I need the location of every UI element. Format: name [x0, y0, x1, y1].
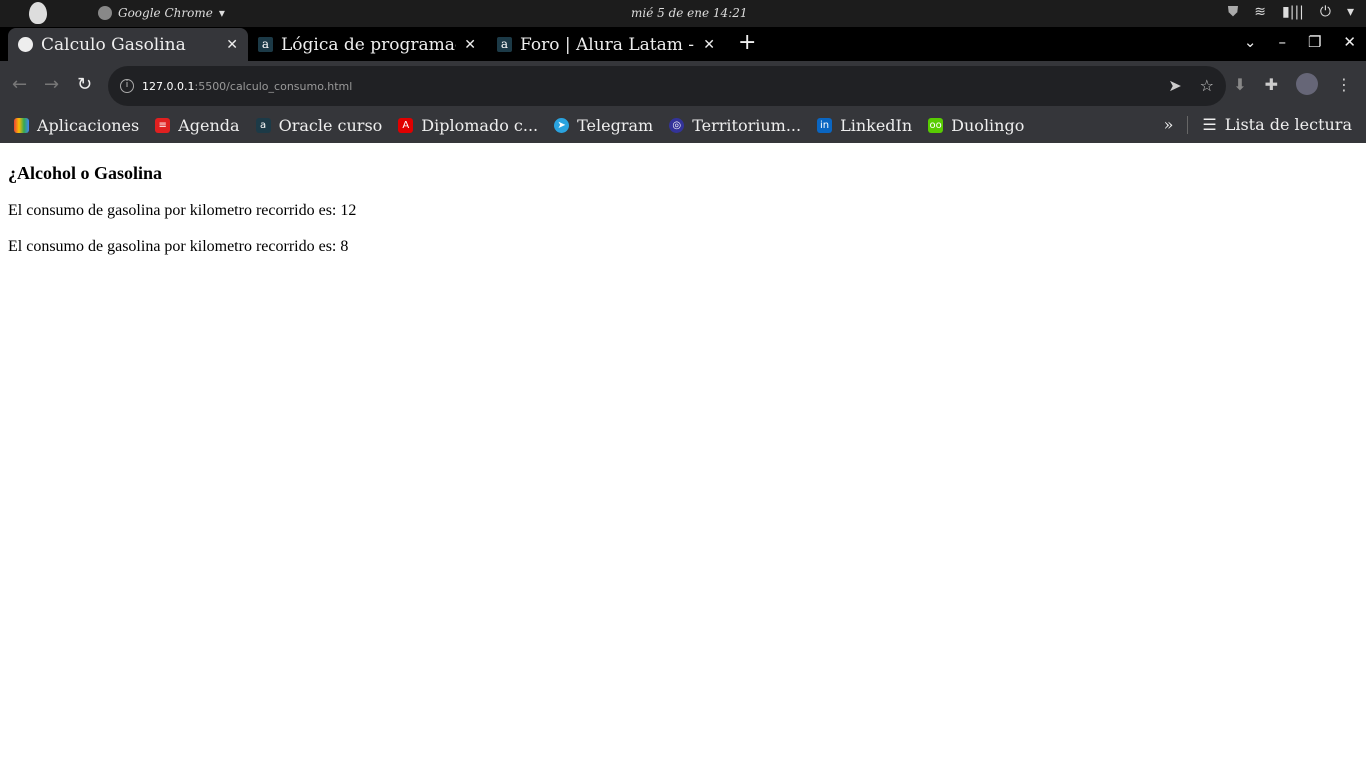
forward-icon[interactable]: → — [44, 74, 59, 95]
reading-list-icon: ☰ — [1202, 115, 1217, 134]
restore-icon[interactable]: ❐ — [1308, 33, 1321, 51]
minimize-icon[interactable]: – — [1278, 33, 1286, 51]
chrome-icon — [98, 6, 112, 20]
download-icon[interactable]: ⬇ — [1233, 75, 1246, 94]
bookmarks-bar: Aplicaciones ≡ Agenda a Oracle curso A Dipl… — [0, 107, 1366, 143]
apps-grid-icon — [14, 117, 29, 133]
menu-icon[interactable]: ⋮ — [1336, 75, 1352, 94]
close-tab-icon[interactable]: ✕ — [703, 37, 715, 53]
close-tab-icon[interactable]: ✕ — [464, 37, 476, 53]
tab-search-icon[interactable]: ⌄ — [1244, 33, 1257, 51]
puzzle-icon[interactable]: ✚ — [1265, 75, 1278, 94]
telegram-icon: ➤ — [554, 117, 570, 133]
star-icon[interactable]: ☆ — [1200, 76, 1214, 95]
bookmark-territorium[interactable]: ◎ Territorium... — [669, 116, 801, 135]
reload-icon[interactable]: ↻ — [77, 74, 92, 95]
divider — [1187, 115, 1189, 134]
angular-icon: A — [398, 117, 414, 133]
tab-calculo-gasolina[interactable]: Calculo Gasolina ✕ — [8, 28, 248, 61]
todoist-icon: ≡ — [155, 117, 171, 133]
app-menu[interactable]: Google Chrome ▾ — [98, 6, 225, 20]
globe-icon — [18, 37, 33, 52]
linkedin-icon: in — [817, 117, 833, 133]
power-icon[interactable]: ⏻ — [1320, 4, 1331, 20]
volume-icon[interactable]: ▮||| — [1282, 4, 1304, 20]
bookmark-diplomado[interactable]: A Diplomado c... — [398, 116, 538, 135]
result-line: El consumo de gasolina por kilometro rec… — [8, 202, 357, 219]
shield-icon[interactable]: ⛊ — [1228, 4, 1239, 20]
bookmark-duolingo[interactable]: oo Duolingo — [928, 116, 1024, 135]
close-window-icon[interactable]: ✕ — [1343, 33, 1356, 51]
bookmark-linkedin[interactable]: in LinkedIn — [817, 116, 912, 135]
caret-down-icon: ▾ — [218, 6, 225, 20]
reading-list-button[interactable]: ☰ Lista de lectura — [1202, 115, 1352, 134]
tab-foro[interactable]: aForo | Alura Latam - Cursos✕ — [487, 28, 725, 61]
clock[interactable]: mié 5 de ene 14:21 — [631, 6, 748, 20]
alura-icon: a — [255, 117, 271, 133]
tab-strip: Calculo Gasolina✕ aLógica de programació… — [0, 27, 1366, 61]
bookmark-oracle-curso[interactable]: a Oracle curso — [255, 116, 382, 135]
alien-logo-icon[interactable] — [29, 2, 47, 24]
territorium-icon: ◎ — [669, 117, 685, 133]
result-line: El consumo de gasolina por kilometro rec… — [8, 238, 349, 255]
alura-icon: a — [497, 37, 512, 52]
wifi-icon[interactable]: ≋ — [1254, 4, 1266, 20]
bookmark-aplicaciones[interactable]: Aplicaciones — [14, 116, 139, 135]
tab-logica[interactable]: aLógica de programación✕ — [248, 28, 486, 61]
info-icon[interactable]: i — [120, 79, 134, 93]
send-icon[interactable]: ➤ — [1168, 76, 1181, 95]
address-bar[interactable]: i 127.0.0.1:5500/calculo_consumo.html ➤ ☆ — [108, 66, 1226, 106]
duolingo-icon: oo — [928, 117, 944, 133]
back-icon[interactable]: ← — [12, 74, 27, 95]
bookmark-agenda[interactable]: ≡ Agenda — [155, 116, 240, 135]
page-content: ¿Alcohol o Gasolina El consumo de gasoli… — [8, 143, 356, 256]
page-heading: ¿Alcohol o Gasolina — [8, 163, 163, 183]
close-tab-icon[interactable]: ✕ — [226, 37, 238, 53]
toolbar: ← → ↻ i 127.0.0.1:5500/calculo_consumo.h… — [0, 61, 1366, 107]
system-top-bar: Google Chrome ▾ mié 5 de ene 14:21 ⛊ ≋ ▮|… — [0, 0, 1366, 27]
bookmark-telegram[interactable]: ➤ Telegram — [554, 116, 653, 135]
new-tab-button[interactable]: + — [738, 30, 756, 55]
alura-icon: a — [258, 37, 273, 52]
caret-down-icon[interactable]: ▾ — [1347, 4, 1354, 20]
more-bookmarks-icon[interactable]: » — [1164, 115, 1174, 134]
avatar[interactable] — [1296, 73, 1318, 95]
